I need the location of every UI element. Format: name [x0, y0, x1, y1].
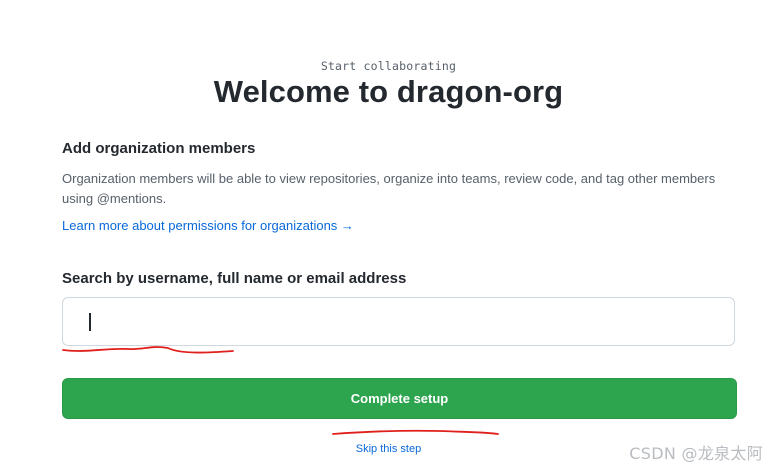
members-section-title: Add organization members: [62, 140, 256, 157]
red-underline-complete: [332, 429, 499, 435]
page-title: Welcome to dragon-org: [213, 74, 564, 109]
members-description: Organization members will be able to vie…: [62, 171, 716, 206]
watermark: CSDN @龙泉太阿: [629, 444, 763, 463]
search-input[interactable]: [62, 297, 735, 346]
text-cursor: [89, 313, 91, 331]
complete-setup-button[interactable]: Complete setup: [62, 378, 737, 419]
red-underline-search: [62, 346, 234, 354]
learn-more-link[interactable]: Learn more about permissions for organiz…: [62, 218, 354, 233]
page-eyebrow: Start collaborating: [320, 59, 457, 73]
search-label: Search by username, full name or email a…: [62, 270, 407, 287]
